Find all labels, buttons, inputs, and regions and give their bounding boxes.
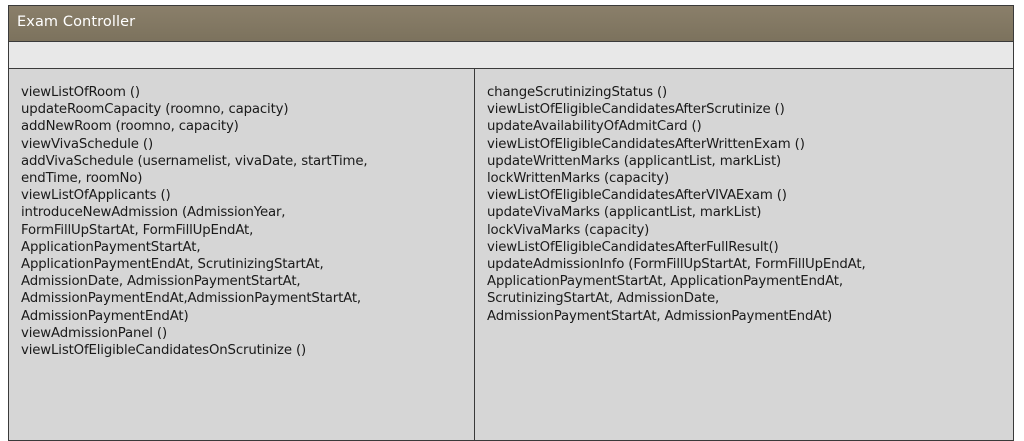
operation-line: AdmissionDate, AdmissionPaymentStartAt, <box>21 274 301 290</box>
operation-line: introduceNewAdmission (AdmissionYear, <box>21 205 286 221</box>
operations-left-column: viewListOfRoom () updateRoomCapacity (ro… <box>9 69 475 440</box>
operation-line: viewListOfApplicants () <box>21 188 171 204</box>
operation-line: viewListOfEligibleCandidatesAfterWritten… <box>487 136 805 152</box>
operations-right-column: changeScrutinizingStatus () viewListOfEl… <box>475 69 1013 440</box>
operation-line: endTime, roomNo) <box>21 171 143 187</box>
operation-line: lockVivaMarks (capacity) <box>487 222 650 238</box>
operation-line: viewListOfEligibleCandidatesAfterFullRes… <box>487 239 779 255</box>
operation-line: AdmissionPaymentStartAt, AdmissionPaymen… <box>487 308 833 324</box>
operation-line: AdmissionPaymentEndAt,AdmissionPaymentSt… <box>21 291 362 307</box>
operation-line: viewVivaSchedule () <box>21 136 153 152</box>
operation-line: ScrutinizingStartAt, AdmissionDate, <box>487 291 720 307</box>
attributes-section <box>9 42 1013 69</box>
operation-line: updateWrittenMarks (applicantList, markL… <box>487 153 782 169</box>
operations-section: viewListOfRoom () updateRoomCapacity (ro… <box>9 69 1013 440</box>
operation-line: updateAdmissionInfo (FormFillUpStartAt, … <box>487 257 866 273</box>
class-title-bar: Exam Controller <box>9 6 1013 42</box>
operation-line: updateAvailabilityOfAdmitCard () <box>487 119 702 135</box>
operation-line: AdmissionPaymentEndAt) <box>21 308 189 324</box>
operation-line: changeScrutinizingStatus () <box>487 85 668 100</box>
operation-line: ApplicationPaymentEndAt, ScrutinizingSta… <box>21 257 324 273</box>
operation-line: lockWrittenMarks (capacity) <box>487 171 669 187</box>
uml-class-box: Exam Controller viewListOfRoom () update… <box>8 5 1014 441</box>
operation-line: FormFillUpStartAt, FormFillUpEndAt, <box>21 222 254 238</box>
operation-line: addNewRoom (roomno, capacity) <box>21 119 239 135</box>
operation-line: ApplicationPaymentStartAt, ApplicationPa… <box>487 274 843 290</box>
operation-line: addVivaSchedule (usernamelist, vivaDate,… <box>21 153 368 169</box>
operation-line: viewAdmissionPanel () <box>21 325 168 341</box>
operation-line: viewListOfRoom () <box>21 85 140 100</box>
operation-line: viewListOfEligibleCandidatesAfterVIVAExa… <box>487 188 787 204</box>
operation-line: ApplicationPaymentStartAt, <box>21 239 201 255</box>
class-title: Exam Controller <box>17 14 136 30</box>
operation-line: updateVivaMarks (applicantList, markList… <box>487 205 762 221</box>
operation-line: viewListOfEligibleCandidatesOnScrutinize… <box>21 343 307 359</box>
operation-line: updateRoomCapacity (roomno, capacity) <box>21 102 289 118</box>
operation-line: viewListOfEligibleCandidatesAfterScrutin… <box>487 102 785 118</box>
